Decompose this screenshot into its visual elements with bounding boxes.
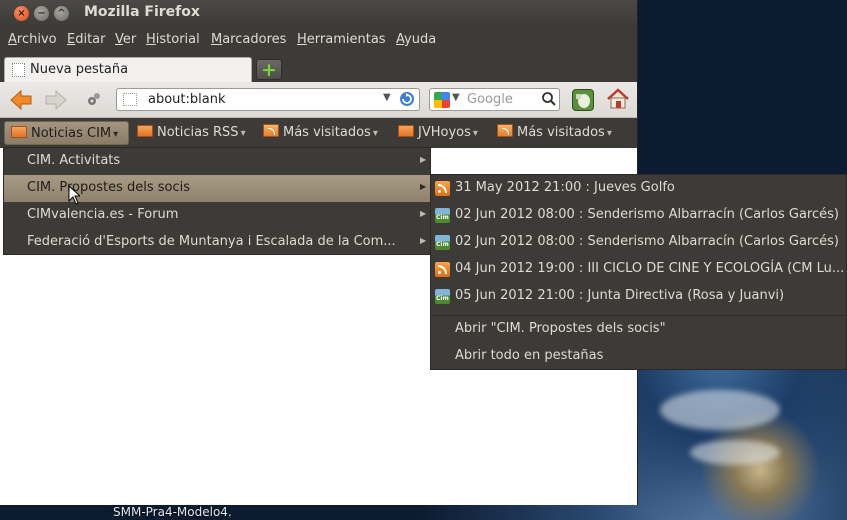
- forward-arrow-icon: [45, 89, 67, 111]
- menu-item-federacio[interactable]: Federació d'Esports de Muntanya i Escala…: [4, 229, 430, 256]
- folder-icon: [137, 125, 153, 137]
- blank-page-icon: [12, 63, 25, 77]
- bookmark-folder-noticias-cim[interactable]: Noticias CIM ▾: [4, 121, 129, 145]
- menu-item-label: CIM. Propostes dels socis: [27, 180, 191, 195]
- search-input[interactable]: Google: [467, 92, 513, 107]
- submenu-arrow-icon: ▶: [420, 209, 427, 218]
- bookmark-label: Más visitados: [283, 125, 371, 140]
- rss-feed-icon: [435, 262, 450, 277]
- bookmark-label: Noticias RSS: [157, 125, 239, 140]
- evernote-elephant-icon: [576, 94, 590, 108]
- dropdown-arrow-icon: ▾: [113, 129, 119, 140]
- folder-icon: [398, 125, 414, 137]
- feed-item[interactable]: 02 Jun 2012 08:00 : Senderismo Albarrací…: [431, 202, 846, 229]
- dropdown-arrow-icon: ▾: [240, 128, 246, 139]
- menu-marcadores[interactable]: Marcadores: [211, 32, 286, 47]
- dropdown-arrow-icon: ▾: [606, 128, 612, 139]
- menu-item-label: Abrir todo en pestañas: [455, 348, 604, 363]
- home-button[interactable]: [606, 87, 630, 111]
- bookmark-folder-noticias-rss[interactable]: Noticias RSS ▾: [131, 121, 250, 145]
- tab-nueva-pestana[interactable]: Nueva pestaña: [4, 57, 252, 82]
- title-bar[interactable]: × − ^ Mozilla Firefox: [0, 0, 637, 27]
- submenu-arrow-icon: ▶: [420, 182, 427, 191]
- menu-item-label: CIM. Activitats: [27, 153, 121, 168]
- forward-button[interactable]: [44, 89, 68, 111]
- menu-historial[interactable]: Historial: [146, 32, 200, 47]
- bookmarks-toolbar: Noticias CIM ▾ Noticias RSS ▾ Más visitado…: [0, 118, 637, 148]
- menu-item-cimvalencia-forum[interactable]: CIMvalencia.es - Forum ▶: [4, 202, 430, 229]
- propostes-submenu: 31 May 2012 21:00 : Jueves Golfo 02 Jun …: [430, 174, 847, 370]
- bookmark-folder-mas-visitados-2[interactable]: Más visitados ▾: [491, 121, 616, 145]
- submenu-arrow-icon: ▶: [420, 155, 427, 164]
- menu-archivo[interactable]: Archivo: [8, 32, 57, 47]
- feed-item-label: 05 Jun 2012 21:00 : Junta Directiva (Ros…: [455, 288, 785, 303]
- cim-logo-icon: [435, 235, 450, 250]
- search-engine-dropdown[interactable]: ▼: [452, 92, 460, 103]
- feed-item-label: 02 Jun 2012 08:00 : Senderismo Albarrací…: [455, 207, 839, 222]
- feed-item[interactable]: 31 May 2012 21:00 : Jueves Golfo: [431, 175, 846, 202]
- back-arrow-icon: [10, 89, 32, 111]
- rss-feed-icon: [435, 181, 450, 196]
- menu-item-label: CIMvalencia.es - Forum: [27, 207, 179, 222]
- feed-item-label: 04 Jun 2012 19:00 : III CICLO DE CINE Y …: [455, 261, 845, 276]
- open-folder-item[interactable]: Abrir "CIM. Propostes dels socis": [431, 316, 846, 343]
- search-icon[interactable]: [541, 91, 557, 111]
- addon-toolbar-button[interactable]: [82, 89, 106, 111]
- mouse-pointer-icon: [68, 185, 80, 205]
- feed-item[interactable]: 02 Jun 2012 08:00 : Senderismo Albarrací…: [431, 229, 846, 256]
- reload-icon: [400, 92, 414, 106]
- plus-icon: +: [261, 59, 277, 81]
- new-tab-button[interactable]: +: [256, 59, 282, 80]
- bookmark-label: Más visitados: [517, 125, 605, 140]
- gears-icon: [88, 93, 100, 105]
- close-window-button[interactable]: ×: [14, 6, 29, 21]
- menu-editar[interactable]: Editar: [67, 32, 106, 47]
- smart-folder-icon: [497, 124, 513, 137]
- bookmark-label: JVHoyos: [418, 125, 471, 140]
- address-input[interactable]: about:blank: [148, 92, 226, 107]
- tab-strip: Nueva pestaña +: [0, 54, 637, 82]
- feed-item-label: 02 Jun 2012 08:00 : Senderismo Albarrací…: [455, 234, 839, 249]
- google-engine-icon[interactable]: [434, 92, 450, 108]
- feed-item[interactable]: 04 Jun 2012 19:00 : III CICLO DE CINE Y …: [431, 256, 846, 283]
- menu-item-label: Abrir "CIM. Propostes dels socis": [455, 321, 666, 336]
- navigation-toolbar: about:blank ▼ ▼ Google: [0, 82, 637, 118]
- maximize-window-button[interactable]: ^: [54, 6, 69, 21]
- minimize-window-button[interactable]: −: [34, 6, 49, 21]
- menu-herramientas[interactable]: Herramientas: [297, 32, 386, 47]
- home-icon: [607, 88, 629, 109]
- folder-icon: [11, 126, 27, 138]
- tab-title: Nueva pestaña: [30, 62, 129, 77]
- feed-item-label: 31 May 2012 21:00 : Jueves Golfo: [455, 180, 675, 195]
- desktop-file-label[interactable]: SMM-Pra4-Modelo4.: [113, 505, 232, 519]
- bookmark-folder-mas-visitados[interactable]: Más visitados ▾: [257, 121, 382, 145]
- address-bar[interactable]: about:blank ▼: [116, 88, 420, 111]
- page-icon: [123, 93, 137, 106]
- bookmark-label: Noticias CIM: [31, 126, 112, 141]
- menu-bar: Archivo Editar Ver Historial Marcadores …: [0, 28, 637, 52]
- bookmark-folder-jvhoyos[interactable]: JVHoyos ▾: [392, 121, 482, 145]
- menu-item-label: Federació d'Esports de Muntanya i Escala…: [27, 234, 396, 249]
- open-all-in-tabs-item[interactable]: Abrir todo en pestañas: [431, 343, 846, 370]
- reload-button[interactable]: [398, 90, 416, 108]
- cim-logo-icon: [435, 289, 450, 304]
- address-history-dropdown[interactable]: ▼: [383, 92, 391, 103]
- menu-ayuda[interactable]: Ayuda: [396, 32, 436, 47]
- feed-item[interactable]: 05 Jun 2012 21:00 : Junta Directiva (Ros…: [431, 283, 846, 310]
- smart-folder-icon: [263, 124, 279, 137]
- evernote-button[interactable]: [572, 89, 594, 111]
- menu-item-cim-activitats[interactable]: CIM. Activitats ▶: [4, 148, 430, 175]
- dropdown-arrow-icon: ▾: [472, 128, 478, 139]
- dropdown-arrow-icon: ▾: [372, 128, 378, 139]
- submenu-arrow-icon: ▶: [420, 236, 427, 245]
- cim-logo-icon: [435, 208, 450, 223]
- search-bar[interactable]: ▼ Google: [429, 88, 560, 111]
- window-title: Mozilla Firefox: [84, 4, 200, 20]
- menu-ver[interactable]: Ver: [115, 32, 136, 47]
- back-button[interactable]: [9, 89, 33, 111]
